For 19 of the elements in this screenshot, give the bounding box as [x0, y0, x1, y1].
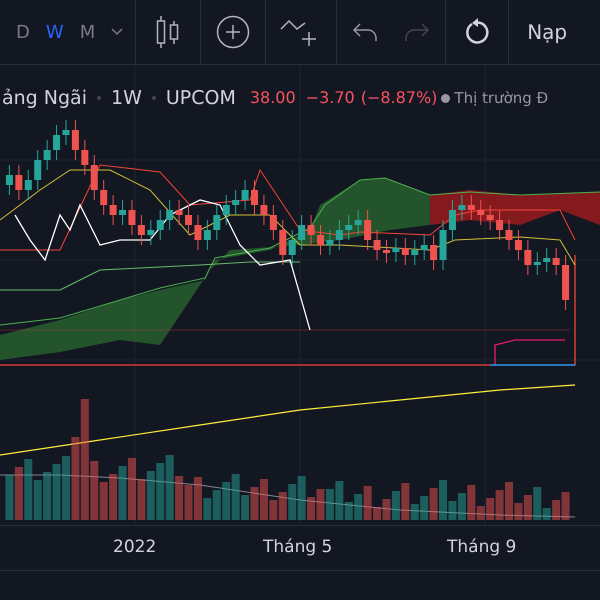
- x-axis-label: Tháng 9: [447, 536, 516, 560]
- interval-button[interactable]: D: [16, 18, 30, 46]
- x-axis-label: Tháng 5: [263, 536, 332, 560]
- exchange-label: UPCOM: [166, 86, 236, 111]
- interval-label: 1W: [110, 86, 142, 111]
- x-axis-label: 2022: [113, 536, 156, 560]
- undo-icon[interactable]: [352, 22, 378, 42]
- reset-icon[interactable]: [464, 18, 490, 46]
- load-button[interactable]: Nạp: [509, 17, 568, 47]
- add-circle-icon[interactable]: [216, 15, 250, 49]
- market-status: Thị trường Đ: [454, 88, 548, 109]
- last-price: 38.00: [250, 87, 296, 110]
- candles-icon[interactable]: [156, 15, 180, 49]
- interval-button[interactable]: M: [80, 18, 96, 46]
- symbol-name: ảng Ngãi: [2, 86, 87, 111]
- interval-button[interactable]: W: [46, 18, 64, 46]
- chevron-down-icon[interactable]: [111, 28, 124, 36]
- price-change: −3.70: [306, 87, 355, 110]
- price-change-percent: (−8.87%): [360, 87, 438, 110]
